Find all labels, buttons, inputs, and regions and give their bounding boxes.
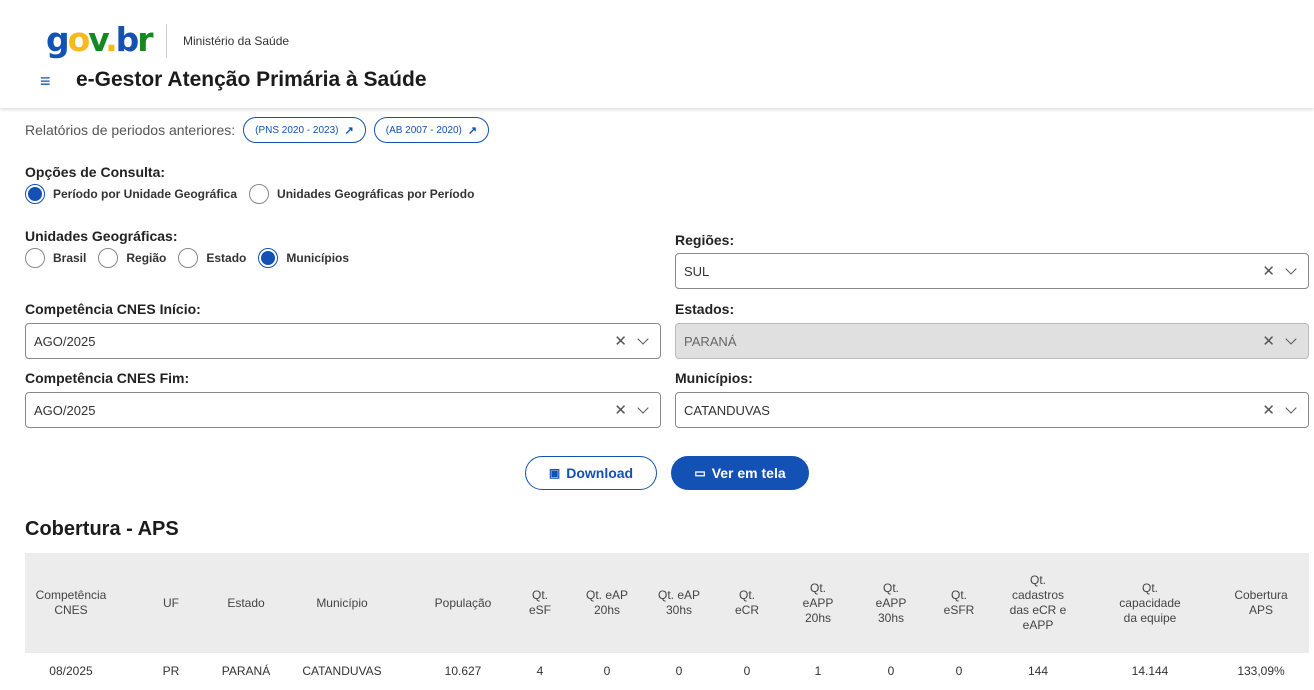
table-cell: 14.144 [1131,664,1169,678]
clear-icon: ✕ [1262,333,1275,350]
competencia-fim-select[interactable]: AGO/2025 ✕ [25,392,661,428]
competencia-fim-label: Competência CNES Fim: [25,370,190,386]
column-header: Município [316,595,368,610]
clear-icon[interactable]: ✕ [614,332,627,350]
regioes-label: Regiões: [675,232,735,248]
column-header: Qt. eAPP 20hs [802,580,834,625]
regioes-select[interactable]: SUL ✕ [675,253,1309,289]
column-header: Qt. cadastros das eCR e eAPP [1009,573,1067,632]
table-cell: PR [162,664,180,678]
chevron-down-icon[interactable] [1285,262,1297,275]
column-header: Qt. capacidade da equipe [1119,580,1181,625]
chevron-down-icon[interactable] [637,401,649,414]
radio-brasil[interactable]: Brasil [25,248,86,268]
competencia-inicio-select[interactable]: AGO/2025 ✕ [25,323,661,359]
radio-unchecked-icon [249,184,270,204]
column-header: Cobertura APS [1234,588,1288,617]
radio-municipios[interactable]: Municípios [258,248,349,268]
external-link-icon: ↗ [467,124,478,137]
column-header: Qt. eAP 30hs [657,588,701,617]
column-header: Qt. eCR [734,588,759,617]
window-icon: ▭ [694,466,706,480]
radio-unidades-por-periodo[interactable]: Unidades Geográficas por Período [249,184,474,204]
table-cell: 10.627 [444,664,482,678]
column-header: População [434,595,492,610]
table-cell: 0 [955,664,963,678]
column-header: Competência CNES [35,588,107,617]
chevron-down-icon[interactable] [1285,401,1297,414]
radio-periodo-por-unidade[interactable]: Período por Unidade Geográfica [25,184,237,204]
table-cell: 0 [887,664,895,678]
app-title: e-Gestor Atenção Primária à Saúde [76,68,427,91]
chevron-down-icon [1285,332,1297,345]
table-row: 08/2025 PR PARANÁ CATANDUVAS 10.627 4 0 … [25,653,1309,690]
download-button[interactable]: ▣ Download [525,456,657,490]
municipios-select[interactable]: CATANDUVAS ✕ [675,392,1309,428]
competencia-inicio-label: Competência CNES Início: [25,301,201,317]
municipios-label: Municípios: [675,370,753,386]
previous-reports: Relatórios de periodos anteriores: (PNS … [25,116,497,144]
table-header: Competência CNES UF Estado Município Pop… [25,553,1309,653]
clear-icon[interactable]: ✕ [1262,262,1275,280]
previous-reports-label: Relatórios de periodos anteriores: [25,122,236,138]
site-header: gov.br Ministério da Saúde ≡ e-Gestor At… [0,0,1314,108]
column-header: UF [163,595,179,610]
radio-checked-icon [25,184,45,204]
estados-label: Estados: [675,301,735,317]
unidades-geograficas-options: Brasil Região Estado Municípios [25,248,361,268]
radio-unchecked-icon [25,248,45,268]
radio-unchecked-icon [178,248,199,268]
table-cell: 0 [675,664,683,678]
table-cell: 08/2025 [49,664,93,678]
radio-regiao[interactable]: Região [98,248,166,268]
table-cell: 4 [536,664,544,678]
govbr-logo[interactable]: gov.br [46,22,154,58]
ministry-name: Ministério da Saúde [183,34,290,48]
table-cell: 0 [603,664,611,678]
ver-em-tela-button[interactable]: ▭ Ver em tela [671,456,809,490]
ab-2007-2020-link[interactable]: (AB 2007 - 2020) ↗ [373,117,490,143]
table-cell: 0 [743,664,751,678]
excel-file-icon: ▣ [548,466,561,480]
column-header: Estado [227,595,265,610]
radio-estado[interactable]: Estado [178,248,246,268]
external-link-icon: ↗ [344,124,354,137]
column-header: Qt. eAPP 30hs [875,580,907,625]
consulta-options: Período por Unidade Geográfica Unidades … [25,184,486,204]
unidades-geograficas-label: Unidades Geográficas: [25,228,178,244]
column-header: Qt. eSFR [943,588,975,617]
header-divider [166,24,167,58]
table-cell: 1 [814,664,822,678]
column-header: Qt. eAP 20hs [585,588,629,617]
column-header: Qt. eSF [528,588,551,617]
table-cell: 133,09% [1237,664,1285,678]
estados-select: PARANÁ ✕ [675,323,1309,359]
chevron-down-icon[interactable] [637,332,649,345]
pns-2020-2023-link[interactable]: (PNS 2020 - 2023) ↗ [243,117,366,143]
table-title: Cobertura - APS [25,518,179,540]
consulta-options-label: Opções de Consulta: [25,164,166,180]
hamburger-menu-icon[interactable]: ≡ [40,72,51,90]
clear-icon[interactable]: ✕ [614,401,627,419]
radio-checked-icon [258,248,279,268]
table-cell: CATANDUVAS [302,664,382,678]
radio-unchecked-icon [98,248,119,268]
table-cell: PARANÁ [221,664,271,678]
table-cell: 144 [1027,664,1049,678]
clear-icon[interactable]: ✕ [1262,401,1275,419]
